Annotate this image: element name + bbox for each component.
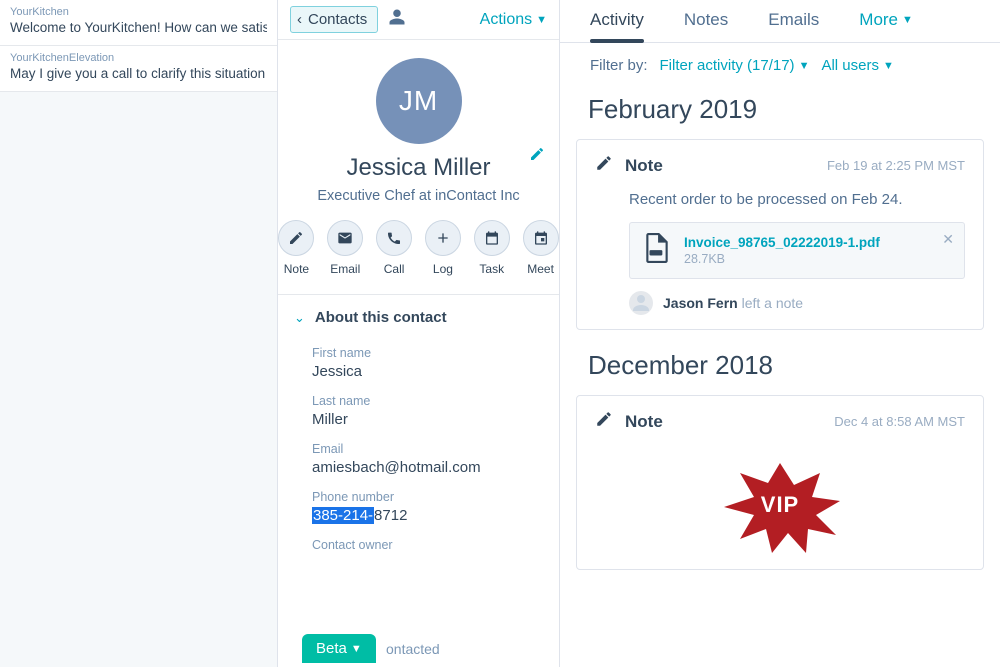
conversation-item[interactable]: YourKitchenElevation May I give you a ca…	[0, 46, 277, 92]
activity-panel: Activity Notes Emails More▼ Filter by: F…	[560, 0, 1000, 667]
actions-dropdown[interactable]: Actions▼	[480, 11, 547, 29]
chevron-left-icon: ‹	[297, 11, 302, 28]
attachment-name: Invoice_98765_02222019-1.pdf	[684, 235, 880, 250]
avatar-icon	[629, 291, 653, 315]
log-button[interactable]	[425, 220, 461, 256]
beta-button[interactable]: Beta▼	[302, 634, 376, 663]
conversation-sender: YourKitchen	[10, 6, 267, 18]
conversation-item[interactable]: YourKitchen Welcome to YourKitchen! How …	[0, 0, 277, 46]
contact-owner-field[interactable]: Contact owner	[312, 538, 541, 552]
card-kind: Note	[625, 412, 663, 432]
note-icon	[595, 154, 613, 177]
avatar: JM	[376, 58, 462, 144]
contact-job-title: Executive Chef at inContact Inc	[278, 188, 559, 204]
caret-down-icon: ▼	[536, 14, 547, 26]
filter-activity-dropdown[interactable]: Filter activity (17/17)▼	[660, 57, 810, 74]
month-heading: December 2018	[588, 350, 984, 381]
card-kind: Note	[625, 156, 663, 176]
conversation-snippet: Welcome to YourKitchen! How can we satis	[10, 20, 267, 35]
chevron-down-icon: ⌄	[294, 310, 305, 326]
meet-button[interactable]	[523, 220, 559, 256]
conversation-sender: YourKitchenElevation	[10, 52, 267, 64]
conversation-snippet: May I give you a call to clarify this si…	[10, 66, 267, 81]
activity-tabs: Activity Notes Emails More▼	[560, 0, 1000, 43]
note-button[interactable]	[278, 220, 314, 256]
email-button[interactable]	[327, 220, 363, 256]
back-to-contacts-button[interactable]: ‹ Contacts	[290, 6, 378, 33]
conversation-list: YourKitchen Welcome to YourKitchen! How …	[0, 0, 278, 667]
tab-more[interactable]: More▼	[859, 4, 913, 42]
phone-field[interactable]: Phone number 385-214-8712	[312, 490, 541, 524]
contact-panel: ‹ Contacts Actions▼ JM Jessica Miller Ex…	[278, 0, 560, 667]
activity-card: Note Feb 19 at 2:25 PM MST Recent order …	[576, 139, 984, 330]
call-button[interactable]	[376, 220, 412, 256]
caret-down-icon: ▼	[351, 643, 362, 655]
tab-activity[interactable]: Activity	[590, 4, 644, 42]
last-name-field[interactable]: Last name Miller	[312, 394, 541, 428]
contact-actions-row: Note Email Call Log Task Meet	[278, 220, 559, 276]
activity-card: Note Dec 4 at 8:58 AM MST VIP	[576, 395, 984, 570]
note-icon	[595, 410, 613, 433]
first-name-field[interactable]: First name Jessica	[312, 346, 541, 380]
filter-label: Filter by:	[590, 57, 648, 74]
card-timestamp: Dec 4 at 8:58 AM MST	[834, 414, 965, 429]
card-byline: Jason Fern left a note	[629, 291, 965, 315]
attachment-size: 28.7KB	[684, 252, 880, 266]
contact-icon	[388, 8, 406, 31]
filter-users-dropdown[interactable]: All users▼	[821, 57, 893, 74]
tab-emails[interactable]: Emails	[768, 4, 819, 42]
caret-down-icon: ▼	[799, 60, 810, 72]
task-button[interactable]	[474, 220, 510, 256]
filter-bar: Filter by: Filter activity (17/17)▼ All …	[560, 43, 1000, 88]
month-heading: February 2019	[588, 94, 984, 125]
remove-attachment-icon[interactable]: ✕	[942, 231, 954, 248]
attachment[interactable]: Invoice_98765_02222019-1.pdf 28.7KB ✕	[629, 222, 965, 279]
edit-icon[interactable]	[529, 146, 545, 167]
about-section-header[interactable]: ⌄ About this contact	[278, 295, 559, 336]
owner-value: ontacted	[386, 641, 440, 657]
email-field[interactable]: Email amiesbach@hotmail.com	[312, 442, 541, 476]
card-timestamp: Feb 19 at 2:25 PM MST	[827, 158, 965, 173]
tab-notes[interactable]: Notes	[684, 4, 728, 42]
vip-badge: VIP	[710, 463, 850, 553]
card-body: Recent order to be processed on Feb 24.	[595, 177, 965, 208]
caret-down-icon: ▼	[883, 60, 894, 72]
back-label: Contacts	[308, 11, 367, 28]
contact-name: Jessica Miller	[278, 154, 559, 182]
pdf-file-icon	[644, 233, 670, 268]
caret-down-icon: ▼	[902, 14, 913, 26]
